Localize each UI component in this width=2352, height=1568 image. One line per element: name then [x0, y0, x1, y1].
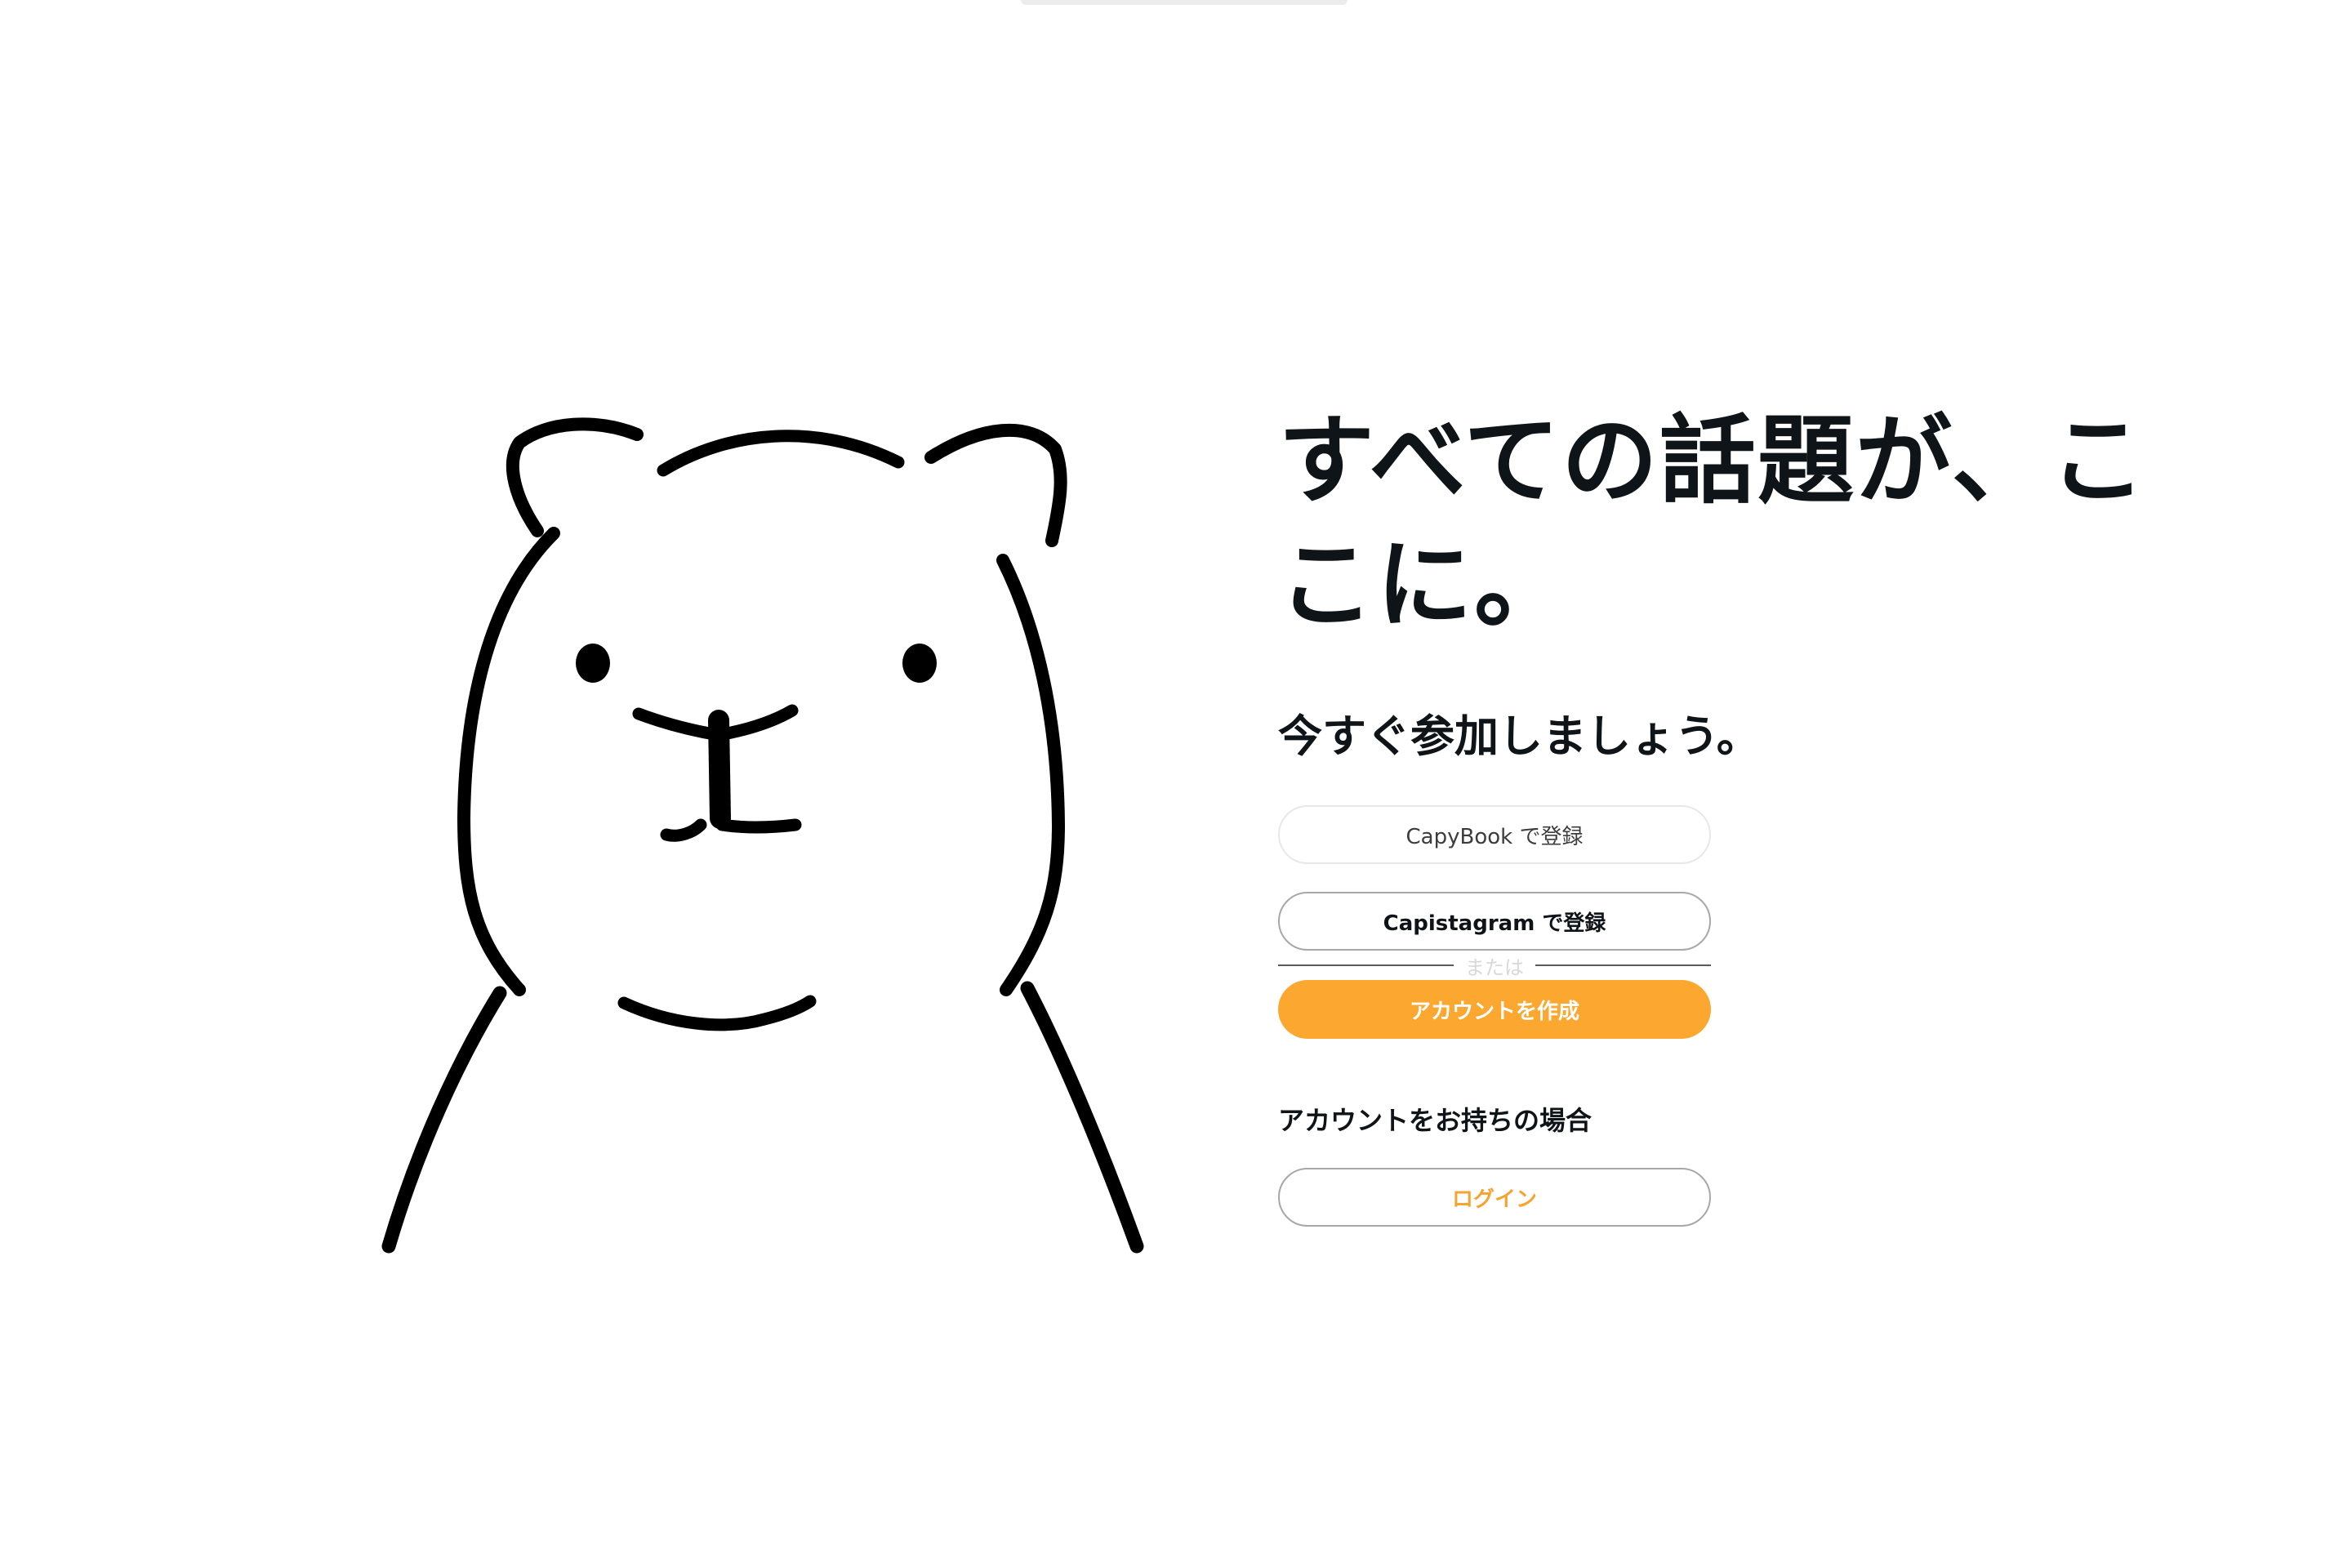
capybara-mascot-icon	[359, 400, 1176, 1266]
login-prompt: アカウントをお持ちの場合	[1278, 1105, 1592, 1136]
login-page: すべての話題が、ここに。 今すぐ参加しましょう。 CapyBook で登録 Ca…	[0, 0, 2352, 1568]
divider-label: または	[1465, 956, 1524, 979]
divider-line-left	[1278, 964, 1454, 966]
or-divider: または	[1278, 951, 1711, 980]
page-title: すべての話題が、ここに。	[1278, 404, 2148, 641]
top-tab-indicator	[1021, 0, 1348, 5]
page-subtitle: 今すぐ参加しましょう。	[1278, 710, 1761, 762]
capybook-signup-button[interactable]: CapyBook で登録	[1278, 805, 1711, 864]
create-account-button[interactable]: アカウントを作成	[1278, 980, 1711, 1039]
signup-panel: すべての話題が、ここに。 今すぐ参加しましょう。 CapyBook で登録 Ca…	[1278, 399, 2209, 1227]
capistagram-signup-button[interactable]: Capistagram で登録	[1278, 892, 1711, 951]
login-button[interactable]: ログイン	[1278, 1168, 1711, 1227]
divider-line-right	[1535, 964, 1711, 966]
